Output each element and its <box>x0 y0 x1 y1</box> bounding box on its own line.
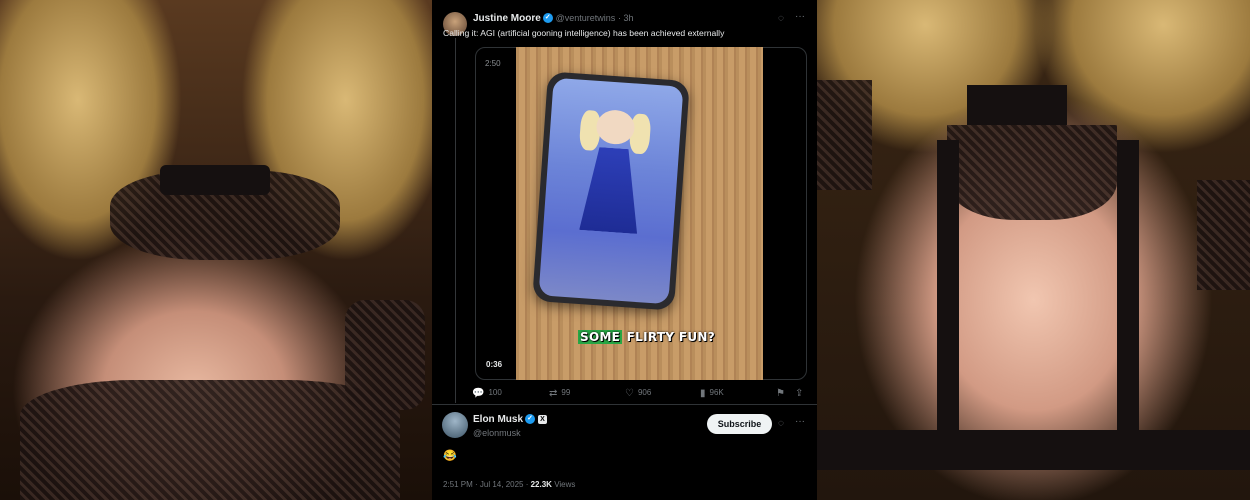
thread-line <box>455 38 456 403</box>
phone-in-video <box>532 71 690 311</box>
phone-screen <box>538 77 684 305</box>
left-background-art <box>0 0 432 500</box>
views-icon: ▮ <box>700 388 706 399</box>
bookmark-action[interactable]: ⚑ <box>776 388 789 399</box>
share-action[interactable]: ⇪ <box>795 388 807 399</box>
lace-arm <box>345 300 425 410</box>
lace-back-collar <box>947 125 1117 220</box>
bookmark-icon: ⚑ <box>776 388 785 399</box>
original-time-ago[interactable]: · 3h <box>618 13 634 23</box>
views-action[interactable]: ▮ 96K <box>700 388 724 399</box>
reply-text: 😂 <box>443 450 457 462</box>
video-elapsed-time: 2:50 <box>485 59 501 68</box>
more-icon[interactable]: ··· <box>795 417 805 427</box>
like-action[interactable]: ♡ 906 <box>625 388 651 399</box>
subscribe-button[interactable]: Subscribe <box>707 414 772 434</box>
reply-meta: 2:51 PM · Jul 14, 2025 · 22.3K Views <box>443 480 576 489</box>
grok-icon[interactable]: ◌ <box>778 14 784 24</box>
reply-author-avatar[interactable] <box>442 412 468 438</box>
back-band <box>817 430 1250 470</box>
more-icon[interactable]: ··· <box>795 12 805 22</box>
reply-author-name[interactable]: Elon Musk ✓ X <box>473 414 548 425</box>
reply-author-handle[interactable]: @elonmusk <box>473 428 521 438</box>
original-author-name[interactable]: Justine Moore ✓ @venturetwins · 3h <box>473 13 634 24</box>
right-background-art <box>817 0 1250 500</box>
lace-top <box>20 380 400 500</box>
views-count: 22.3K <box>530 480 552 489</box>
left-strap <box>937 140 959 470</box>
lace-arm-right <box>1197 180 1250 290</box>
divider <box>432 404 817 405</box>
original-tweet-text: Calling it: AGI (artificial gooning inte… <box>443 28 725 38</box>
choker-back <box>967 85 1067 125</box>
original-author-handle[interactable]: @venturetwins <box>556 13 616 23</box>
reply-action[interactable]: 💬 100 <box>472 388 502 399</box>
repost-action[interactable]: ⇄ 99 <box>549 388 570 399</box>
repost-icon: ⇄ <box>549 388 558 399</box>
lace-arm-left <box>817 80 872 190</box>
grok-icon[interactable]: ◌ <box>778 419 784 429</box>
character-dress <box>579 146 643 234</box>
choker <box>160 165 270 195</box>
reply-icon: 💬 <box>472 388 485 399</box>
right-strap <box>1117 140 1139 470</box>
caption-rest: FLIRTY FUN? <box>622 330 715 344</box>
x-badge-icon: X <box>538 414 548 424</box>
video-caption: SOME FLIRTY FUN? <box>578 330 715 344</box>
verified-icon: ✓ <box>542 13 553 24</box>
share-icon: ⇪ <box>795 388 804 399</box>
verified-icon: ✓ <box>525 414 536 425</box>
like-icon: ♡ <box>625 388 634 399</box>
caption-highlight: SOME <box>578 330 623 344</box>
video-remaining-time: 0:36 <box>486 360 503 369</box>
